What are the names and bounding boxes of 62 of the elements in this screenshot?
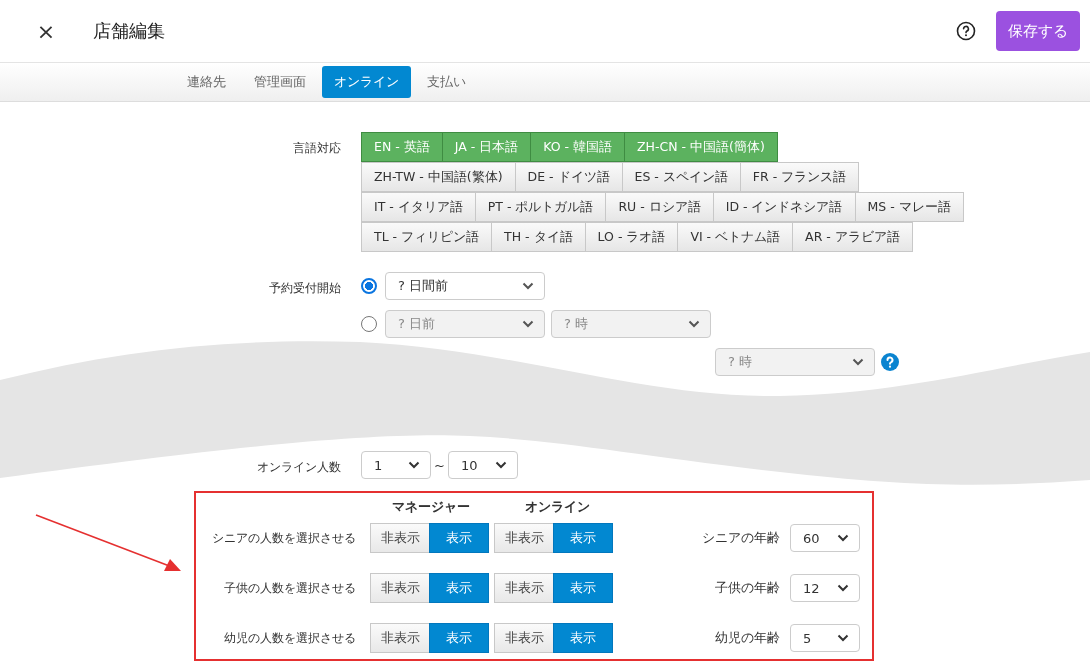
select-field[interactable]: 5 xyxy=(790,624,860,652)
toggle-option[interactable]: 非表示 xyxy=(494,523,554,553)
toggle-option[interactable]: 表示 xyxy=(429,623,489,653)
chevron-icon xyxy=(408,461,420,469)
toggle-option[interactable]: 表示 xyxy=(553,623,613,653)
chevron-icon xyxy=(837,634,849,642)
select-field[interactable]: 10 xyxy=(447,451,518,479)
toggle-option[interactable]: 表示 xyxy=(553,523,613,553)
select-field[interactable]: ? 日間前 xyxy=(385,272,545,300)
field-label: 言語対応 xyxy=(292,140,341,157)
radio-button[interactable] xyxy=(361,278,377,294)
close-button[interactable]: × xyxy=(36,18,56,44)
toggle-option[interactable]: 表示 xyxy=(553,573,613,603)
field-label: 予約受付開始 xyxy=(268,280,341,297)
language-toggle[interactable]: PT - ポルトガル語 xyxy=(474,192,607,222)
chevron-icon xyxy=(852,358,864,366)
select-field[interactable]: 1 xyxy=(361,451,431,479)
language-toggle[interactable]: DE - ドイツ語 xyxy=(514,162,623,192)
age-label: シニアの年齢 xyxy=(702,529,780,547)
language-toggle[interactable]: FR - フランス語 xyxy=(739,162,860,192)
language-toggle[interactable]: RU - ロシア語 xyxy=(605,192,714,222)
page-title: 店舗編集 xyxy=(93,19,165,43)
range-separator: ~ xyxy=(434,457,445,473)
tab[interactable]: 支払い xyxy=(415,66,478,98)
tab[interactable]: オンライン xyxy=(322,66,411,98)
chevron-icon xyxy=(522,320,534,328)
chevron-icon xyxy=(837,534,849,542)
language-toggle[interactable]: LO - ラオ語 xyxy=(584,222,679,252)
toggle-option[interactable]: 非表示 xyxy=(370,623,430,653)
column-header: オンライン xyxy=(524,498,591,516)
toggle-option[interactable]: 表示 xyxy=(429,523,489,553)
setting-label: 幼児の人数を選択させる xyxy=(223,629,356,647)
toggle-option[interactable]: 非表示 xyxy=(494,573,554,603)
chevron-icon xyxy=(494,461,507,469)
chevron-icon xyxy=(688,320,700,328)
column-header: マネージャー xyxy=(390,498,471,516)
language-toggle[interactable]: MS - マレー語 xyxy=(854,192,964,222)
language-toggle[interactable]: ES - スペイン語 xyxy=(621,162,741,192)
language-toggle[interactable]: IT - イタリア語 xyxy=(361,192,476,222)
age-label: 子供の年齢 xyxy=(715,579,780,597)
help-icon[interactable] xyxy=(956,21,976,41)
tab[interactable]: 管理画面 xyxy=(242,66,318,98)
save-button[interactable]: 保存する xyxy=(996,11,1080,51)
toggle-option[interactable]: 非表示 xyxy=(370,523,430,553)
select-field[interactable]: 12 xyxy=(790,574,860,602)
tab[interactable]: 連絡先 xyxy=(175,66,238,98)
language-toggle[interactable]: ZH-TW - 中国語(繁体) xyxy=(361,162,516,192)
toggle-option[interactable]: 表示 xyxy=(429,573,489,603)
language-toggle[interactable]: VI - ベトナム語 xyxy=(677,222,794,252)
age-label: 幼児の年齢 xyxy=(715,629,780,647)
select-field[interactable]: 60 xyxy=(790,524,860,552)
chevron-icon xyxy=(837,584,849,592)
language-toggle[interactable]: TL - フィリピン語 xyxy=(361,222,493,252)
toggle-option[interactable]: 非表示 xyxy=(494,623,554,653)
toggle-option[interactable]: 非表示 xyxy=(370,573,430,603)
chevron-icon xyxy=(522,282,534,290)
setting-label: シニアの人数を選択させる xyxy=(211,529,356,547)
language-toggle[interactable]: AR - アラビア語 xyxy=(792,222,913,252)
language-toggle[interactable]: ID - インドネシア語 xyxy=(712,192,856,222)
setting-label: 子供の人数を選択させる xyxy=(223,579,356,597)
language-toggle[interactable]: TH - タイ語 xyxy=(491,222,586,252)
field-label: オンライン人数 xyxy=(256,459,341,476)
